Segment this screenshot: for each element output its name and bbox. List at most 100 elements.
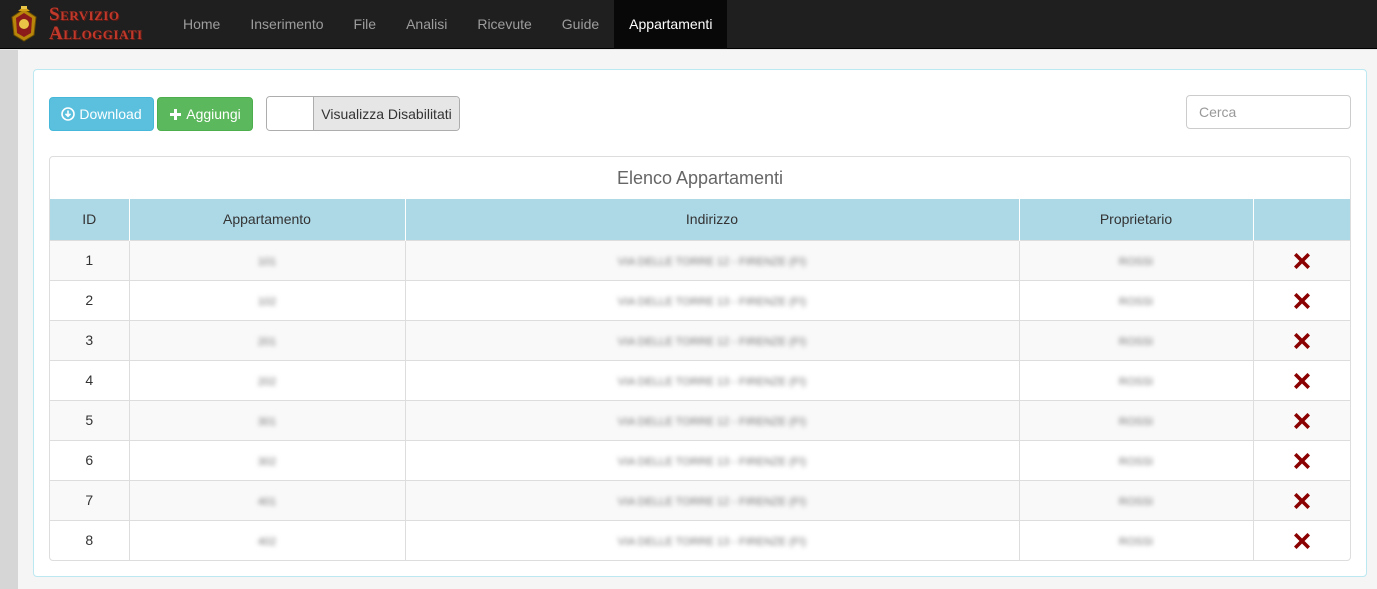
cell-id: 3 [50, 319, 130, 360]
cell-apartment: 101 [129, 239, 406, 280]
cell-owner: ROSSI [1019, 319, 1254, 360]
column-header-address[interactable]: Indirizzo [405, 199, 1020, 240]
address-value: VIA DELLE TORRE 13 - FIRENZE (FI) [617, 536, 807, 549]
delete-x-icon[interactable] [1293, 252, 1310, 269]
delete-x-icon[interactable] [1293, 452, 1310, 469]
cell-actions [1253, 519, 1350, 560]
table-row[interactable]: 1 101 VIA DELLE TORRE 12 - FIRENZE (FI) ROS… [50, 239, 1350, 280]
cell-address: VIA DELLE TORRE 12 - FIRENZE (FI) [405, 399, 1020, 440]
brand-title: Servizio Alloggiati [49, 5, 143, 43]
nav-guide[interactable]: Guide [547, 0, 614, 49]
table-row[interactable]: 2 102 VIA DELLE TORRE 13 - FIRENZE (FI) ROS… [50, 279, 1350, 320]
table-row[interactable]: 4 202 VIA DELLE TORRE 13 - FIRENZE (FI) ROS… [50, 359, 1350, 400]
main-nav: Home Inserimento File Analisi Ricevute Guide A… [168, 0, 728, 49]
address-value: VIA DELLE TORRE 12 - FIRENZE (FI) [617, 256, 807, 268]
address-value: VIA DELLE TORRE 12 - FIRENZE (FI) [617, 496, 807, 508]
nav-appartamenti[interactable]: Appartamenti [614, 0, 728, 49]
cell-actions [1253, 439, 1350, 480]
toggle-label: Visualizza Disabilitati [313, 97, 459, 130]
owner-value: ROSSI [1118, 376, 1154, 388]
cell-owner: ROSSI [1019, 279, 1254, 320]
table-row[interactable]: 5 301 VIA DELLE TORRE 12 - FIRENZE (FI) ROS… [50, 399, 1350, 440]
delete-x-icon[interactable] [1293, 412, 1310, 429]
owner-value: ROSSI [1118, 536, 1154, 549]
table-row[interactable]: 7 401 VIA DELLE TORRE 12 - FIRENZE (FI) ROS… [50, 479, 1350, 520]
apartment-value: 401 [257, 496, 277, 508]
police-emblem-icon [11, 6, 37, 42]
cell-owner: ROSSI [1019, 359, 1254, 400]
cell-apartment: 401 [129, 479, 406, 520]
delete-x-icon[interactable] [1293, 532, 1310, 549]
owner-value: ROSSI [1118, 416, 1154, 428]
owner-value: ROSSI [1118, 296, 1154, 308]
cell-actions [1253, 399, 1350, 440]
cell-actions [1253, 359, 1350, 400]
column-header-apartment[interactable]: Appartamento [129, 199, 406, 240]
cell-actions [1253, 479, 1350, 520]
plus-icon [170, 108, 182, 120]
cell-owner: ROSSI [1019, 519, 1254, 560]
owner-value: ROSSI [1118, 256, 1154, 268]
address-value: VIA DELLE TORRE 13 - FIRENZE (FI) [617, 296, 807, 308]
apartment-value: 402 [257, 536, 277, 549]
delete-x-icon[interactable] [1293, 492, 1310, 509]
cell-apartment: 102 [129, 279, 406, 320]
cell-address: VIA DELLE TORRE 12 - FIRENZE (FI) [405, 319, 1020, 360]
apartment-value: 301 [257, 416, 277, 428]
cell-apartment: 302 [129, 439, 406, 480]
cell-actions [1253, 279, 1350, 320]
cell-address: VIA DELLE TORRE 13 - FIRENZE (FI) [405, 279, 1020, 320]
owner-value: ROSSI [1118, 456, 1154, 468]
add-button[interactable]: Aggiungi [157, 97, 253, 131]
cell-id: 2 [50, 279, 130, 320]
nav-home[interactable]: Home [168, 0, 235, 49]
address-value: VIA DELLE TORRE 13 - FIRENZE (FI) [617, 456, 807, 468]
cell-owner: ROSSI [1019, 239, 1254, 280]
table-row[interactable]: 3 201 VIA DELLE TORRE 12 - FIRENZE (FI) ROS… [50, 319, 1350, 360]
show-disabled-toggle[interactable]: Visualizza Disabilitati [266, 96, 460, 131]
cell-actions [1253, 319, 1350, 360]
owner-value: ROSSI [1118, 336, 1154, 348]
column-header-id[interactable]: ID [50, 199, 130, 240]
cell-id: 7 [50, 479, 130, 520]
nav-inserimento[interactable]: Inserimento [235, 0, 338, 49]
cell-id: 1 [50, 239, 130, 280]
apartment-value: 201 [257, 336, 277, 348]
table-row[interactable]: 6 302 VIA DELLE TORRE 13 - FIRENZE (FI) ROS… [50, 439, 1350, 480]
delete-x-icon[interactable] [1293, 332, 1310, 349]
cell-owner: ROSSI [1019, 399, 1254, 440]
add-label: Aggiungi [186, 106, 241, 122]
search-input[interactable] [1186, 95, 1351, 129]
table-row[interactable]: 8 402 VIA DELLE TORRE 13 - FIRENZE (FI) ROS… [50, 519, 1350, 560]
cell-id: 6 [50, 439, 130, 480]
nav-ricevute[interactable]: Ricevute [462, 0, 546, 49]
download-label: Download [79, 106, 142, 122]
cell-apartment: 202 [129, 359, 406, 400]
nav-file[interactable]: File [339, 0, 392, 49]
delete-x-icon[interactable] [1293, 292, 1310, 309]
cell-address: VIA DELLE TORRE 13 - FIRENZE (FI) [405, 519, 1020, 560]
cell-id: 4 [50, 359, 130, 400]
cell-id: 5 [50, 399, 130, 440]
column-header-actions [1253, 199, 1350, 240]
download-circle-icon [61, 107, 76, 121]
cell-apartment: 301 [129, 399, 406, 440]
apartment-value: 102 [257, 296, 277, 308]
cell-address: VIA DELLE TORRE 12 - FIRENZE (FI) [405, 239, 1020, 280]
top-navbar: Servizio Alloggiati Home Inserimento File A… [0, 0, 1377, 49]
cell-id: 8 [50, 519, 130, 560]
brand[interactable]: Servizio Alloggiati [0, 0, 170, 49]
cell-actions [1253, 239, 1350, 280]
nav-analisi[interactable]: Analisi [391, 0, 462, 49]
cell-address: VIA DELLE TORRE 12 - FIRENZE (FI) [405, 479, 1020, 520]
cell-address: VIA DELLE TORRE 13 - FIRENZE (FI) [405, 359, 1020, 400]
column-header-owner[interactable]: Proprietario [1019, 199, 1254, 240]
download-button[interactable]: Download [49, 97, 154, 131]
toggle-switch-off[interactable] [267, 97, 313, 130]
cell-apartment: 201 [129, 319, 406, 360]
cell-owner: ROSSI [1019, 439, 1254, 480]
table-caption: Elenco Appartamenti [616, 168, 784, 188]
delete-x-icon[interactable] [1293, 372, 1310, 389]
table-header-row: ID Appartamento Indirizzo Proprietario [50, 199, 1350, 240]
brand-line-1: Servizio [49, 4, 120, 25]
